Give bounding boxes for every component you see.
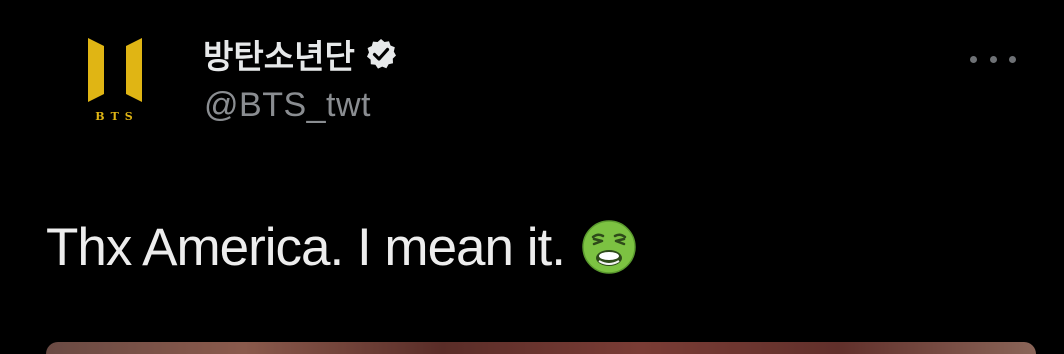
display-name[interactable]: 방탄소년단 bbox=[203, 30, 355, 78]
author-handle[interactable]: @BTS_twt bbox=[204, 86, 371, 125]
avatar[interactable]: BTS bbox=[84, 36, 146, 132]
tweet-text: Thx America. I mean it. bbox=[46, 217, 566, 277]
tweet-body: Thx America. I mean it. bbox=[46, 212, 637, 282]
bts-logo-icon bbox=[88, 38, 142, 102]
nauseated-face-emoji bbox=[581, 219, 637, 275]
more-options-icon[interactable] bbox=[970, 46, 1016, 72]
author-name-row: 방탄소년단 bbox=[203, 30, 397, 78]
avatar-logo-text: BTS bbox=[95, 110, 139, 123]
tweet-card: BTS 방탄소년단 @BTS_twt Thx America. I mean i… bbox=[0, 0, 1064, 354]
tweet-media-image[interactable] bbox=[46, 342, 1036, 354]
verified-badge-icon bbox=[365, 38, 397, 70]
